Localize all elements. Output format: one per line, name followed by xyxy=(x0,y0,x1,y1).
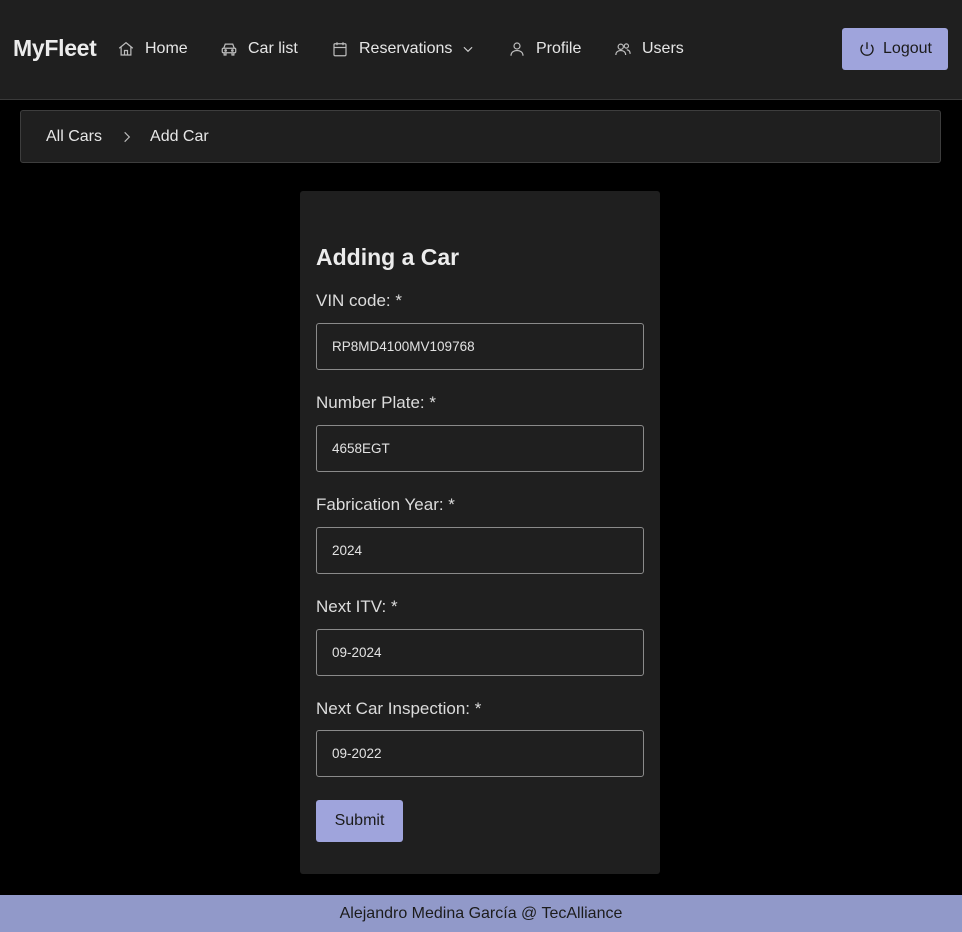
calendar-icon xyxy=(333,42,347,57)
nav-item-label: Reservations xyxy=(359,40,453,57)
nav-item-label: Car list xyxy=(248,40,298,57)
car-icon xyxy=(221,43,237,56)
add-car-form: Adding a Car VIN code: * Number Plate: *… xyxy=(300,191,660,874)
power-icon xyxy=(860,42,874,56)
next-itv-input[interactable] xyxy=(316,629,644,676)
footer: Alejandro Medina García @ TecAlliance xyxy=(0,895,962,932)
next-car-inspection-input[interactable] xyxy=(316,730,644,777)
breadcrumb-item-all-cars[interactable]: All Cars xyxy=(46,128,102,146)
brand-logo[interactable]: MyFleet xyxy=(13,35,97,62)
number-plate-input[interactable] xyxy=(316,425,644,472)
nav-item-car-list[interactable]: Car list xyxy=(220,37,298,61)
nav-item-users[interactable]: Users xyxy=(614,37,684,61)
form-title: Adding a Car xyxy=(316,244,460,270)
footer-text: Alejandro Medina García @ TecAlliance xyxy=(339,904,623,922)
chevron-right-icon xyxy=(124,131,131,142)
nav-item-label: Profile xyxy=(536,40,582,57)
nav-item-label: Home xyxy=(145,40,188,57)
vin-code-input[interactable] xyxy=(316,323,644,370)
next-itv-label: Next ITV: * xyxy=(316,597,398,616)
fabrication-year-input[interactable] xyxy=(316,527,644,574)
chevron-down-icon xyxy=(463,46,473,53)
top-navbar: MyFleet Home Car list Reservations Profi… xyxy=(0,0,962,100)
user-icon xyxy=(510,42,524,56)
breadcrumb: All Cars Add Car xyxy=(20,110,941,163)
nav-item-profile[interactable]: Profile xyxy=(508,37,581,61)
nav-item-reservations[interactable]: Reservations xyxy=(331,37,475,61)
home-icon xyxy=(118,41,134,56)
submit-button[interactable]: Submit xyxy=(316,800,403,842)
breadcrumb-item-add-car: Add Car xyxy=(150,127,209,145)
next-car-inspection-label: Next Car Inspection: * xyxy=(316,699,482,718)
nav-item-label: Users xyxy=(642,40,684,57)
fabrication-year-label: Fabrication Year: * xyxy=(316,495,455,514)
nav-item-home[interactable]: Home xyxy=(117,37,188,61)
number-plate-label: Number Plate: * xyxy=(316,393,436,412)
logout-button[interactable]: Logout xyxy=(842,28,948,70)
logout-label: Logout xyxy=(883,40,932,57)
users-icon xyxy=(615,43,631,56)
vin-code-label: VIN code: * xyxy=(316,291,402,310)
